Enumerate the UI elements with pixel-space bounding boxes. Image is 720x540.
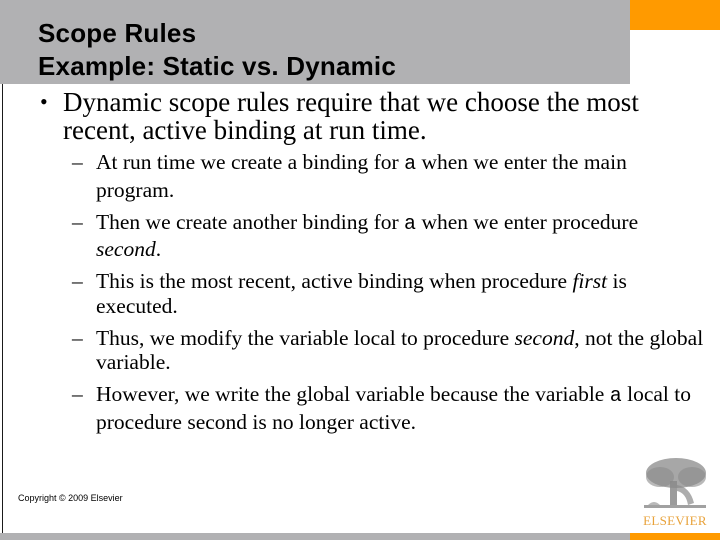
sub-bullet-text: . bbox=[155, 237, 162, 261]
slide: Scope Rules Example: Static vs. Dynamic … bbox=[0, 0, 720, 540]
sub-bullet-list: – At run time we create a binding for a w… bbox=[0, 150, 720, 434]
sub-bullet: – This is the most recent, active binding… bbox=[0, 269, 720, 318]
sub-bullet-text: Thus, we modify the variable local to pr… bbox=[96, 325, 515, 350]
main-bullet-text: Dynamic scope rules require that we choo… bbox=[63, 87, 639, 145]
elsevier-logo-text: ELSEVIER bbox=[643, 513, 707, 528]
copyright-text: Copyright © 2009 Elsevier bbox=[18, 493, 123, 503]
bullet-marker: • bbox=[40, 89, 48, 114]
dash-marker: – bbox=[72, 382, 83, 406]
footer-bar bbox=[0, 533, 630, 540]
sub-bullet: – Then we create another binding for a wh… bbox=[0, 210, 720, 262]
code-variable: a bbox=[404, 153, 417, 176]
sub-bullet-text: This is the most recent, active binding … bbox=[96, 269, 573, 293]
code-variable: a bbox=[609, 385, 622, 408]
italic-term: second bbox=[96, 237, 156, 261]
sub-bullet: – At run time we create a binding for a w… bbox=[0, 150, 720, 202]
main-bullet: • Dynamic scope rules require that we ch… bbox=[0, 88, 720, 144]
sub-bullet-text: when we enter procedure bbox=[416, 209, 639, 234]
elsevier-tree-logo-icon bbox=[644, 458, 706, 508]
elsevier-logo: ELSEVIER bbox=[638, 455, 712, 531]
slide-body: • Dynamic scope rules require that we ch… bbox=[0, 88, 720, 442]
code-variable: a bbox=[404, 212, 417, 236]
header-accent-bar bbox=[630, 0, 720, 30]
sub-bullet: – However, we write the global variable b… bbox=[0, 382, 720, 434]
sub-bullet-text: However, we write the global variable be… bbox=[96, 382, 610, 406]
dash-marker: – bbox=[72, 325, 83, 350]
sub-bullet: – Thus, we modify the variable local to p… bbox=[0, 326, 720, 375]
dash-marker: – bbox=[72, 150, 83, 174]
title-line-2: Example: Static vs. Dynamic bbox=[38, 51, 396, 81]
slide-title: Scope Rules Example: Static vs. Dynamic bbox=[38, 17, 396, 83]
sub-bullet-text: At run time we create a binding for bbox=[96, 150, 405, 174]
dash-marker: – bbox=[72, 209, 83, 234]
title-line-1: Scope Rules bbox=[38, 18, 197, 48]
italic-term: first bbox=[572, 269, 608, 293]
sub-bullet-text: Then we create another binding for bbox=[96, 209, 405, 234]
footer-accent-bar bbox=[630, 533, 720, 540]
italic-term: second bbox=[514, 325, 575, 350]
dash-marker: – bbox=[72, 269, 83, 293]
